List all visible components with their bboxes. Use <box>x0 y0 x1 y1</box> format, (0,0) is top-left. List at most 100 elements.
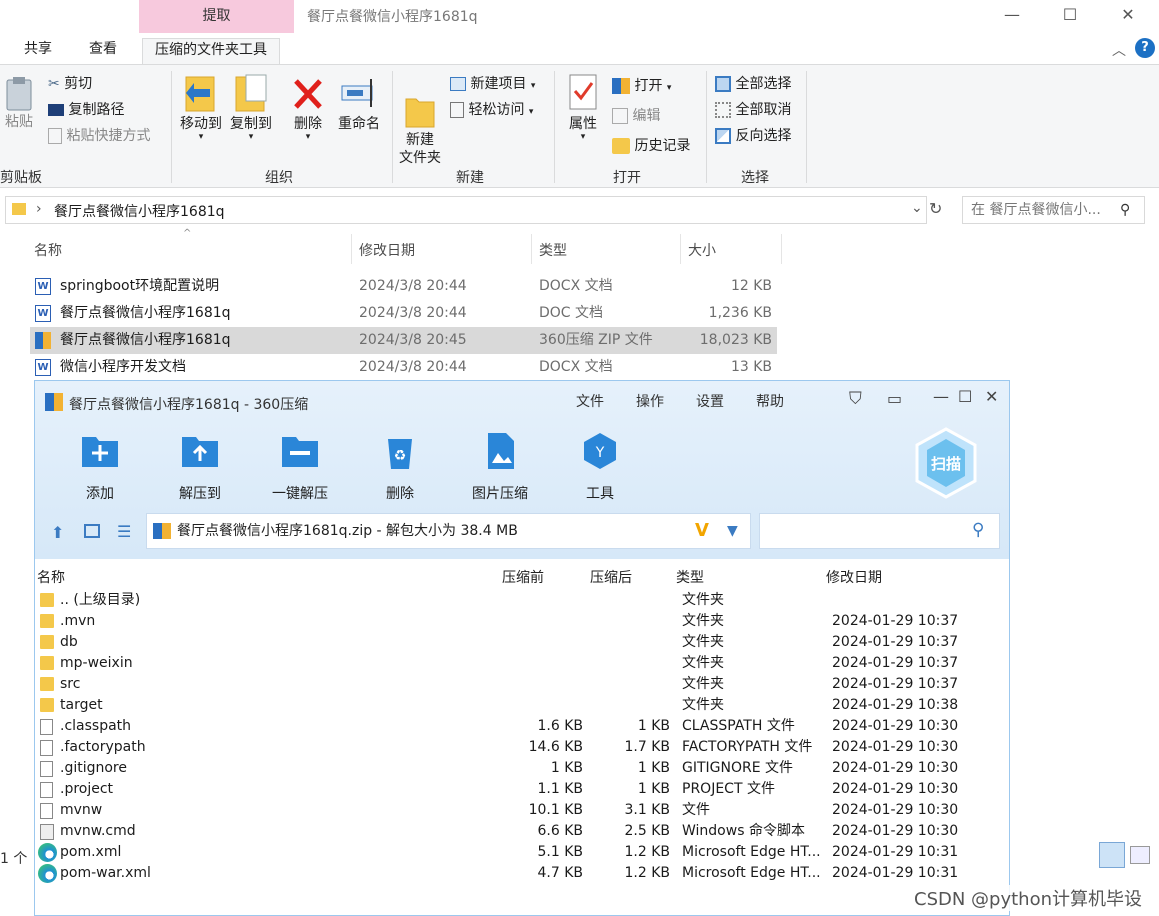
copy-path-button[interactable]: 复制路径 <box>48 99 124 119</box>
column-separator[interactable] <box>531 234 532 264</box>
column-header-size[interactable]: 大小 <box>688 240 716 260</box>
add-button[interactable]: 添加 <box>65 431 135 503</box>
column-header-date[interactable]: 修改日期 <box>359 240 415 260</box>
breadcrumb[interactable]: 餐厅点餐微信小程序1681q <box>54 201 225 221</box>
address-bar[interactable]: › 餐厅点餐微信小程序1681q ⌄ <box>5 196 927 224</box>
menu-operation[interactable]: 操作 <box>636 391 664 411</box>
cut-button[interactable]: ✂ 剪切 <box>48 73 92 93</box>
zip-list-row[interactable]: .mvn 文件夹 2024-01-29 10:37 <box>35 611 1009 632</box>
open-button[interactable]: 打开 ▾ <box>612 75 671 95</box>
move-to-button[interactable]: 移动到 ▾ <box>176 73 226 142</box>
thumbnail-view-icon[interactable] <box>84 524 100 538</box>
scan-button[interactable]: 扫描 <box>915 427 977 499</box>
refresh-icon[interactable]: ↻ <box>929 199 942 218</box>
zip-list-row[interactable]: pom.xml 5.1 KB 1.2 KB Microsoft Edge HT... 2… <box>35 842 1009 863</box>
zip-delete-button[interactable]: ♻ 删除 <box>365 431 435 503</box>
zip-item-name: src <box>60 676 81 692</box>
zip-list-row[interactable]: mp-weixin 文件夹 2024-01-29 10:37 <box>35 653 1009 674</box>
column-header-name[interactable]: 名称 <box>34 240 62 260</box>
zip-list-row[interactable]: db 文件夹 2024-01-29 10:37 <box>35 632 1009 653</box>
file-type: DOC 文档 <box>539 305 604 321</box>
group-separator <box>554 71 555 183</box>
select-none-button[interactable]: 全部取消 <box>715 99 791 119</box>
file-row[interactable]: Wspringboot环境配置说明 2024/3/8 20:44 DOCX 文档 12… <box>30 273 777 300</box>
zip-col-name[interactable]: 名称 <box>37 567 65 587</box>
tab-compressed-folder-tools[interactable]: 压缩的文件夹工具 <box>142 38 280 64</box>
paste-button[interactable]: 粘贴 <box>2 75 36 131</box>
up-arrow-icon[interactable]: ⬆ <box>51 523 64 542</box>
file-name: 餐厅点餐微信小程序1681q <box>60 332 231 348</box>
new-folder-button[interactable]: 新建 文件夹 <box>396 73 444 185</box>
invert-selection-button[interactable]: 反向选择 <box>715 125 791 145</box>
skin-shirt-icon[interactable]: ⛉ <box>849 389 862 409</box>
close-icon[interactable]: ✕ <box>1113 4 1143 28</box>
help-icon[interactable]: ? <box>1135 38 1155 58</box>
search-input[interactable]: 在 餐厅点餐微信小... ⚲ <box>962 196 1145 224</box>
zip-list-row[interactable]: .gitignore 1 KB 1 KB GITIGNORE 文件 2024-01-29… <box>35 758 1009 779</box>
tools-button[interactable]: Y 工具 <box>565 431 635 503</box>
zip-list-row[interactable]: src 文件夹 2024-01-29 10:37 <box>35 674 1009 695</box>
zip-list-row[interactable]: .classpath 1.6 KB 1 KB CLASSPATH 文件 2024-01-… <box>35 716 1009 737</box>
file-row[interactable]: W 餐厅点餐微信小程序1681q 2024/3/8 20:44 DOC 文档 1,236… <box>30 300 777 327</box>
zip-list-row[interactable]: mvnw.cmd 6.6 KB 2.5 KB Windows 命令脚本 2024-01-… <box>35 821 1009 842</box>
menu-settings[interactable]: 设置 <box>696 391 724 411</box>
menu-help[interactable]: 帮助 <box>756 391 784 411</box>
details-view-icon[interactable] <box>1099 842 1125 868</box>
column-separator[interactable] <box>781 234 782 264</box>
list-view-icon[interactable]: ☰ <box>117 522 131 541</box>
file-row[interactable]: 餐厅点餐微信小程序1681q 2024/3/8 20:45 360压缩 ZIP 文件… <box>30 327 777 354</box>
rename-label: 重命名 <box>338 116 380 132</box>
paste-shortcut-button[interactable]: 粘贴快捷方式 <box>48 125 150 145</box>
v-logo-icon[interactable]: V <box>695 514 709 548</box>
folder-icon <box>40 656 54 670</box>
folder-icon <box>40 677 54 691</box>
column-separator[interactable] <box>680 234 681 264</box>
archive-path-text: 餐厅点餐微信小程序1681q.zip - 解包大小为 38.4 MB <box>177 523 518 539</box>
zip-search-input[interactable]: ⚲ <box>759 513 1000 549</box>
menu-file[interactable]: 文件 <box>576 391 604 411</box>
file-row[interactable]: W 微信小程序开发文档 2024/3/8 20:44 DOCX 文档 13 KB <box>30 354 777 381</box>
zip-col-after[interactable]: 压缩后 <box>590 567 632 587</box>
zip-col-date[interactable]: 修改日期 <box>826 567 882 587</box>
column-separator[interactable] <box>351 234 352 264</box>
zip-item-size-before: 5.1 KB <box>537 844 584 860</box>
history-button[interactable]: 历史记录 <box>612 135 690 155</box>
chevron-down-icon[interactable]: ⌄ <box>911 200 923 216</box>
minimize-icon[interactable]: — <box>933 387 949 406</box>
new-item-button[interactable]: 新建项目 ▾ <box>450 73 535 93</box>
copy-to-button[interactable]: 复制到 ▾ <box>226 73 276 142</box>
large-icons-view-icon[interactable] <box>1130 846 1150 864</box>
feedback-icon[interactable]: ▭ <box>887 389 902 408</box>
maximize-icon[interactable]: ☐ <box>1055 4 1085 28</box>
minimize-icon[interactable]: — <box>997 4 1027 28</box>
edit-button[interactable]: 编辑 <box>612 105 660 125</box>
column-header-type[interactable]: 类型 <box>539 240 567 260</box>
delete-button[interactable]: 删除 ▾ <box>288 73 328 142</box>
rename-button[interactable]: 重命名 <box>334 73 384 133</box>
zip-list-row[interactable]: .factorypath 14.6 KB 1.7 KB FACTORYPATH 文件 2… <box>35 737 1009 758</box>
group-label-new: 新建 <box>456 170 484 186</box>
select-all-button[interactable]: 全部选择 <box>715 73 791 93</box>
image-compress-button[interactable]: 图片压缩 <box>465 431 535 503</box>
svg-text:Y: Y <box>595 445 605 461</box>
tab-view[interactable]: 查看 <box>89 38 117 64</box>
archive-path-field[interactable]: 餐厅点餐微信小程序1681q.zip - 解包大小为 38.4 MB V ▼ <box>146 513 751 549</box>
extract-to-button[interactable]: 解压到 <box>165 431 235 503</box>
zip-list-row[interactable]: target 文件夹 2024-01-29 10:38 <box>35 695 1009 716</box>
zip-list-row[interactable]: .. (上级目录) 文件夹 <box>35 590 1009 611</box>
zip-col-before[interactable]: 压缩前 <box>502 567 544 587</box>
zip-col-type[interactable]: 类型 <box>676 567 704 587</box>
zip-item-size-before: 14.6 KB <box>528 739 583 755</box>
collapse-ribbon-icon[interactable]: ︿ <box>1112 40 1126 60</box>
chevron-down-icon[interactable]: ▼ <box>727 514 738 548</box>
close-icon[interactable]: ✕ <box>985 387 998 406</box>
easy-access-button[interactable]: 轻松访问 ▾ <box>450 99 533 119</box>
one-click-extract-button[interactable]: 一键解压 <box>265 431 335 503</box>
properties-button[interactable]: 属性 ▾ <box>563 73 603 142</box>
tab-extract-context[interactable]: 提取 <box>139 0 294 33</box>
zip-list-row[interactable]: .project 1.1 KB 1 KB PROJECT 文件 2024-01-29 1… <box>35 779 1009 800</box>
tab-share[interactable]: 共享 <box>24 38 52 64</box>
zip-list-row[interactable]: mvnw 10.1 KB 3.1 KB 文件 2024-01-29 10:30 <box>35 800 1009 821</box>
zip-list-row[interactable]: pom-war.xml 4.7 KB 1.2 KB Microsoft Edge HT… <box>35 863 1009 884</box>
maximize-icon[interactable]: ☐ <box>958 387 972 406</box>
